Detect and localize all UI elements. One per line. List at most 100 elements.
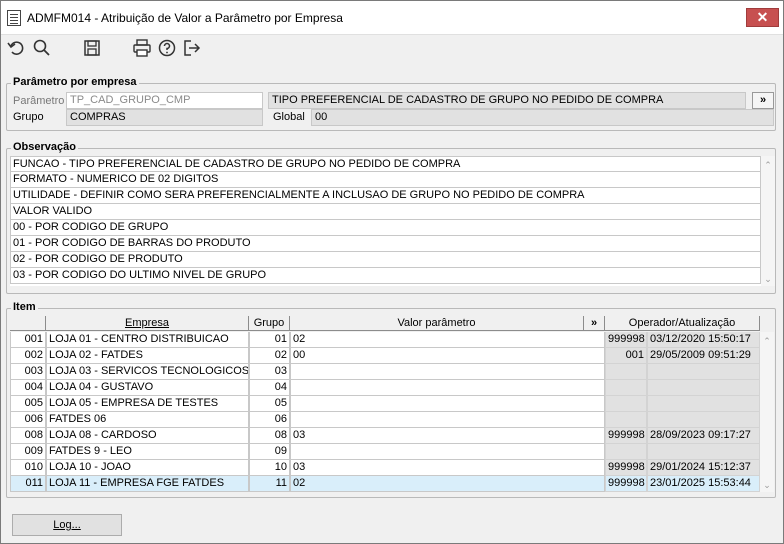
cell-empresa: LOJA 04 - GUSTAVO	[46, 380, 249, 396]
cell-grupo: 03	[249, 364, 290, 380]
header-cod	[10, 316, 46, 331]
header-operador[interactable]: Operador/Atualização	[605, 316, 760, 331]
log-button[interactable]: Log...	[12, 514, 122, 536]
cell-grupo: 01	[249, 332, 290, 348]
cell-valor[interactable]	[290, 364, 605, 380]
cell-data: 23/01/2025 15:53:44	[647, 476, 760, 492]
header-more-button[interactable]: »	[584, 316, 605, 331]
cell-cod: 003	[10, 364, 46, 380]
print-icon[interactable]	[132, 38, 152, 58]
cell-data	[647, 412, 760, 428]
cell-data	[647, 364, 760, 380]
observacao-list[interactable]: FUNCAO - TIPO PREFERENCIAL DE CADASTRO D…	[10, 156, 761, 286]
scroll-up-icon[interactable]: ⌃	[760, 334, 774, 348]
cell-empresa: LOJA 03 - SERVICOS TECNOLOGICOS LT	[46, 364, 249, 380]
cell-operador: 999998	[605, 460, 647, 476]
cell-empresa: FATDES 06	[46, 412, 249, 428]
cell-data	[647, 380, 760, 396]
cell-valor[interactable]	[290, 444, 605, 460]
cell-valor[interactable]: 00	[290, 348, 605, 364]
cell-cod: 004	[10, 380, 46, 396]
table-row[interactable]: 002 LOJA 02 - FATDES 02 00 001 29/05/2009 09:…	[10, 348, 760, 364]
cell-grupo: 05	[249, 396, 290, 412]
window-title: ADMFM014 - Atribuição de Valor a Parâmet…	[27, 11, 343, 25]
cell-valor[interactable]	[290, 396, 605, 412]
observacao-scrollbar[interactable]: ⌃ ⌄	[761, 156, 775, 286]
toolbar	[1, 35, 783, 61]
cell-grupo: 11	[249, 476, 290, 492]
parametro-field[interactable]: TP_CAD_GRUPO_CMP	[66, 92, 263, 109]
cell-data: 29/01/2024 15:12:37	[647, 460, 760, 476]
scroll-up-icon[interactable]: ⌃	[761, 158, 775, 172]
cell-valor[interactable]: 03	[290, 428, 605, 444]
table-row[interactable]: 011 LOJA 11 - EMPRESA FGE FATDES 11 02 99999…	[10, 476, 760, 492]
observacao-line: 02 - POR CODIGO DE PRODUTO	[10, 252, 761, 268]
log-button-label: Log...	[53, 519, 81, 531]
parametro-label: Parâmetro	[13, 95, 65, 107]
cell-cod: 002	[10, 348, 46, 364]
table-row[interactable]: 004 LOJA 04 - GUSTAVO 04	[10, 380, 760, 396]
scroll-down-icon[interactable]: ⌄	[760, 478, 774, 492]
cell-data: 03/12/2020 15:50:17	[647, 332, 760, 348]
cell-valor[interactable]	[290, 380, 605, 396]
table-row[interactable]: 008 LOJA 08 - CARDOSO 08 03 999998 28/09/2023…	[10, 428, 760, 444]
parametro-description: TIPO PREFERENCIAL DE CADASTRO DE GRUPO N…	[268, 92, 746, 109]
cell-empresa: LOJA 02 - FATDES	[46, 348, 249, 364]
item-legend: Item	[11, 301, 38, 313]
cell-operador: 999998	[605, 476, 647, 492]
header-grupo[interactable]: Grupo	[249, 316, 290, 331]
exit-icon[interactable]	[182, 38, 202, 58]
global-field: 00	[311, 109, 774, 126]
cell-valor[interactable]: 02	[290, 332, 605, 348]
cell-grupo: 06	[249, 412, 290, 428]
cell-grupo: 09	[249, 444, 290, 460]
save-icon[interactable]	[82, 38, 102, 58]
table-row[interactable]: 005 LOJA 05 - EMPRESA DE TESTES 05	[10, 396, 760, 412]
cell-cod: 010	[10, 460, 46, 476]
cell-grupo: 08	[249, 428, 290, 444]
table-row[interactable]: 009 FATDES 9 - LEO 09	[10, 444, 760, 460]
cell-cod: 001	[10, 332, 46, 348]
cell-cod: 011	[10, 476, 46, 492]
title-bar: ADMFM014 - Atribuição de Valor a Parâmet…	[1, 1, 783, 35]
cell-operador	[605, 444, 647, 460]
observacao-line: 01 - POR CODIGO DE BARRAS DO PRODUTO	[10, 236, 761, 252]
cell-cod: 008	[10, 428, 46, 444]
cell-grupo: 02	[249, 348, 290, 364]
table-row[interactable]: 001 LOJA 01 - CENTRO DISTRIBUICAO 01 02 9999…	[10, 332, 760, 348]
parametro-more-button[interactable]: »	[752, 92, 774, 109]
undo-icon[interactable]	[6, 38, 26, 58]
global-label: Global	[273, 111, 305, 123]
cell-valor[interactable]: 03	[290, 460, 605, 476]
cell-operador	[605, 364, 647, 380]
cell-grupo: 10	[249, 460, 290, 476]
table-row[interactable]: 006 FATDES 06 06	[10, 412, 760, 428]
cell-empresa: FATDES 9 - LEO	[46, 444, 249, 460]
observacao-line: FUNCAO - TIPO PREFERENCIAL DE CADASTRO D…	[10, 156, 761, 172]
header-valor[interactable]: Valor parâmetro	[290, 316, 584, 331]
cell-cod: 009	[10, 444, 46, 460]
cell-operador	[605, 396, 647, 412]
observacao-line: 00 - POR CODIGO DE GRUPO	[10, 220, 761, 236]
help-icon[interactable]	[157, 38, 177, 58]
scroll-down-icon[interactable]: ⌄	[761, 272, 775, 286]
cell-empresa: LOJA 01 - CENTRO DISTRIBUICAO	[46, 332, 249, 348]
table-row[interactable]: 003 LOJA 03 - SERVICOS TECNOLOGICOS LT 03	[10, 364, 760, 380]
cell-empresa: LOJA 08 - CARDOSO	[46, 428, 249, 444]
item-scrollbar[interactable]: ⌃ ⌄	[760, 332, 774, 492]
cell-valor[interactable]	[290, 412, 605, 428]
cell-data: 28/09/2023 09:17:27	[647, 428, 760, 444]
table-row[interactable]: 010 LOJA 10 - JOAO 10 03 999998 29/01/2024 15…	[10, 460, 760, 476]
search-icon[interactable]	[32, 38, 52, 58]
header-empresa[interactable]: Empresa	[46, 316, 249, 331]
header-empresa-label: Empresa	[124, 317, 170, 329]
cell-data: 29/05/2009 09:51:29	[647, 348, 760, 364]
grupo-field: COMPRAS	[66, 109, 263, 126]
grupo-label: Grupo	[13, 111, 44, 123]
cell-valor[interactable]: 02	[290, 476, 605, 492]
document-icon	[7, 10, 21, 26]
observacao-line: FORMATO - NUMERICO DE 02 DIGITOS	[10, 172, 761, 188]
observacao-line: UTILIDADE - DEFINIR COMO SERA PREFERENCI…	[10, 188, 761, 204]
close-button[interactable]: ✕	[746, 8, 779, 27]
cell-grupo: 04	[249, 380, 290, 396]
